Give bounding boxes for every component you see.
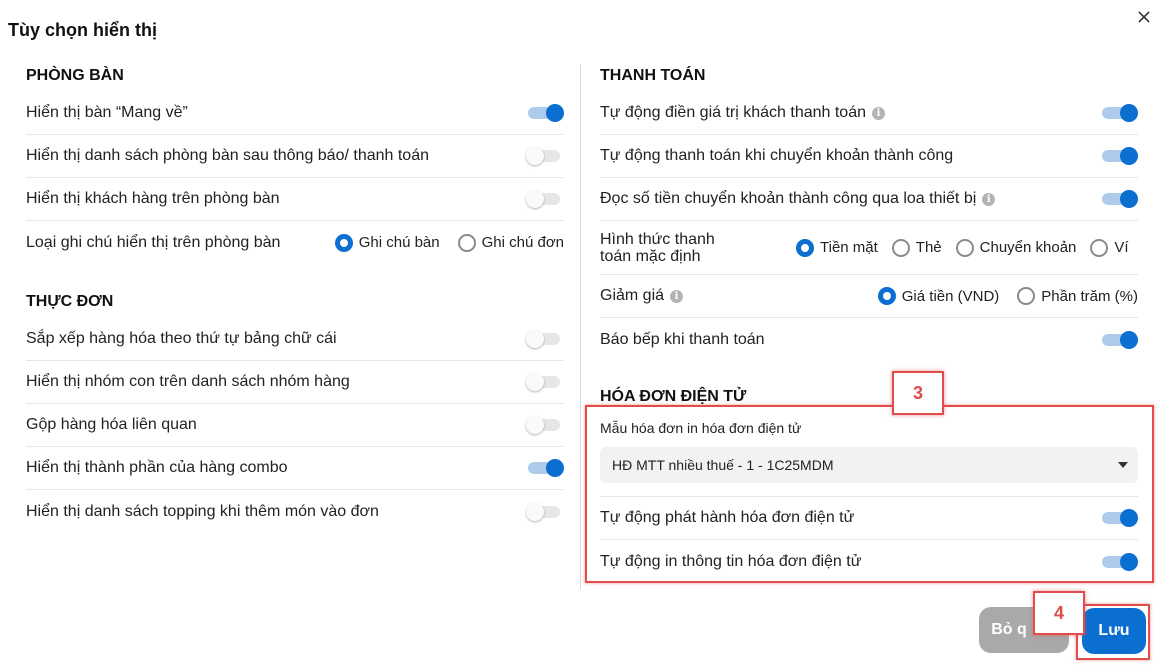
- setting-label: Hiển thị danh sách topping khi thêm món …: [26, 502, 379, 520]
- dialog-title: Tùy chọn hiển thị: [8, 20, 157, 40]
- toggle-switch[interactable]: [526, 502, 564, 522]
- section-title-room: PHÒNG BÀN: [26, 67, 124, 84]
- radio-group-payment-method: Tiền mặt Thẻ Chuyển khoản Ví: [796, 238, 1129, 257]
- setting-label: Hiển thị thành phần của hàng combo: [26, 459, 288, 476]
- setting-row: Tự động điền giá trị khách thanh toán i: [600, 92, 1138, 135]
- radio-wallet[interactable]: Ví: [1090, 238, 1129, 257]
- toggle-switch[interactable]: [528, 458, 564, 478]
- setting-label: Báo bếp khi thanh toán: [600, 330, 765, 348]
- radio-table-note[interactable]: Ghi chú bàn: [334, 233, 440, 252]
- radio-cash[interactable]: Tiền mặt: [796, 238, 878, 257]
- toggle-switch[interactable]: [526, 189, 564, 209]
- info-icon[interactable]: i: [670, 289, 684, 303]
- info-icon[interactable]: i: [982, 192, 996, 206]
- setting-row: Hiển thị nhóm con trên danh sách nhóm hà…: [26, 361, 564, 404]
- setting-row-payment-method: Hình thức thanh toán mặc định Tiền mặt T…: [600, 221, 1138, 275]
- callout-3: 3: [892, 371, 944, 415]
- setting-row: Đọc số tiền chuyển khoản thành công qua …: [600, 178, 1138, 221]
- radio-group-discount: Giá tiền (VND) Phần trăm (%): [877, 287, 1138, 305]
- toggle-switch[interactable]: [1102, 330, 1138, 350]
- setting-label: Giảm giá: [600, 287, 665, 304]
- highlight-box-einvoice: [585, 405, 1154, 583]
- radio-group-note-type: Ghi chú bàn Ghi chú đơn: [334, 233, 564, 252]
- callout-4: 4: [1033, 591, 1085, 635]
- setting-label: Đọc số tiền chuyển khoản thành công qua …: [600, 190, 977, 207]
- setting-label: Hiển thị nhóm con trên danh sách nhóm hà…: [26, 373, 350, 390]
- setting-row: Hiển thị danh sách phòng bàn sau thông b…: [26, 135, 564, 178]
- setting-label: Tự động điền giá trị khách thanh toán: [600, 104, 866, 121]
- setting-row: Hiển thị thành phần của hàng combo: [26, 447, 564, 490]
- setting-label: Tự động thanh toán khi chuyển khoản thàn…: [600, 147, 954, 164]
- highlight-box-save: [1076, 604, 1150, 660]
- setting-label: Hình thức thanh toán mặc định: [600, 230, 715, 265]
- setting-label: Hiển thị danh sách phòng bàn sau thông b…: [26, 147, 429, 164]
- setting-label: Gộp hàng hóa liên quan: [26, 416, 197, 433]
- toggle-switch[interactable]: [1102, 103, 1138, 123]
- close-icon[interactable]: [1135, 8, 1153, 26]
- setting-row: Sắp xếp hàng hóa theo thứ tự bảng chữ cá…: [26, 318, 564, 361]
- toggle-switch[interactable]: [526, 372, 564, 392]
- setting-row: Tự động thanh toán khi chuyển khoản thàn…: [600, 135, 1138, 178]
- radio-transfer[interactable]: Chuyển khoản: [955, 238, 1076, 257]
- radio-order-note[interactable]: Ghi chú đơn: [457, 233, 564, 252]
- setting-label: Sắp xếp hàng hóa theo thứ tự bảng chữ cá…: [26, 330, 337, 347]
- toggle-switch[interactable]: [528, 103, 564, 123]
- setting-row-note-type: Loại ghi chú hiển thị trên phòng bàn Ghi…: [26, 221, 564, 264]
- setting-row: Hiển thị khách hàng trên phòng bàn: [26, 178, 564, 221]
- setting-label: Loại ghi chú hiển thị trên phòng bàn: [26, 233, 281, 251]
- setting-row: Báo bếp khi thanh toán: [600, 318, 1138, 361]
- radio-card[interactable]: Thẻ: [891, 238, 942, 257]
- toggle-switch[interactable]: [526, 146, 564, 166]
- left-column: PHÒNG BÀN Hiển thị bàn “Mang về” Hiển th…: [26, 60, 564, 533]
- toggle-switch[interactable]: [1102, 146, 1138, 166]
- section-title-payment: THANH TOÁN: [600, 67, 706, 84]
- setting-row: Gộp hàng hóa liên quan: [26, 404, 564, 447]
- radio-discount-amount[interactable]: Giá tiền (VND): [877, 287, 999, 305]
- toggle-switch[interactable]: [526, 329, 564, 349]
- setting-row: Hiển thị danh sách topping khi thêm món …: [26, 490, 564, 533]
- toggle-switch[interactable]: [1102, 189, 1138, 209]
- setting-label: Hiển thị bàn “Mang về”: [26, 104, 188, 121]
- setting-row-discount: Giảm giá i Giá tiền (VND) Phần trăm (%): [600, 275, 1138, 318]
- info-icon[interactable]: i: [872, 106, 885, 120]
- column-divider: [580, 64, 581, 589]
- toggle-switch[interactable]: [526, 415, 564, 435]
- setting-row: Hiển thị bàn “Mang về”: [26, 92, 564, 135]
- setting-label: Hiển thị khách hàng trên phòng bàn: [26, 190, 280, 207]
- radio-discount-percent[interactable]: Phần trăm (%): [1017, 287, 1138, 305]
- section-title-menu: THỰC ĐƠN: [26, 293, 114, 310]
